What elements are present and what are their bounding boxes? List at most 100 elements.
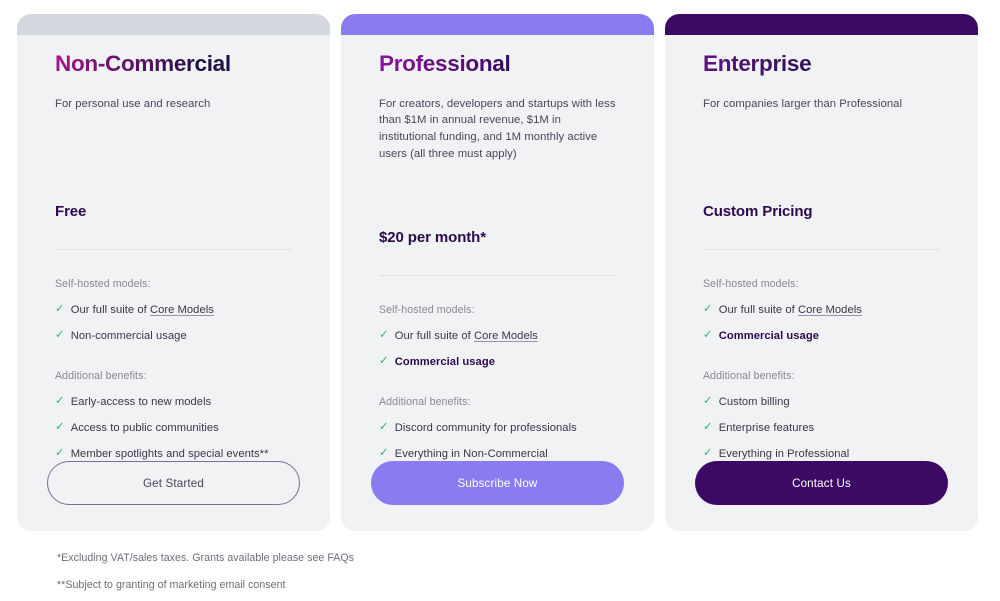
card-body: Professional For creators, developers and…: [341, 14, 654, 461]
feature-item: ✓ Member spotlights and special events**: [55, 447, 292, 461]
feature-group-label: Self-hosted models:: [379, 304, 475, 316]
watermark-characters: 智东西: [878, 542, 962, 573]
cta-zone: Contact Us: [665, 461, 978, 531]
feature-label-text: Early-access to new models: [70, 396, 212, 408]
feature-group-label: Self-hosted models:: [703, 278, 799, 290]
feature-label: Access to public communities: [71, 421, 219, 435]
feature-label-text: Commercial usage: [718, 330, 819, 342]
feature-list: Self-hosted models: ✓ Our full suite of Co…: [379, 276, 616, 461]
feature-label: Everything in Non-Commercial: [395, 447, 548, 461]
plan-title: Professional: [379, 51, 616, 77]
feature-label-text: Enterprise features: [718, 422, 815, 434]
plan-title: Enterprise: [703, 51, 940, 77]
cta-button-non-commercial[interactable]: Get Started: [47, 461, 300, 505]
pricing-card-non-commercial: Non-Commercial For personal use and resea…: [17, 14, 330, 531]
feature-label: Commercial usage: [719, 329, 819, 343]
check-icon: ✓: [55, 421, 65, 433]
feature-label-text: Everything in Professional: [718, 448, 850, 460]
check-icon: ✓: [379, 355, 389, 367]
feature-item: ✓ Our full suite of Core Models: [703, 303, 940, 317]
cta-zone: Get Started: [17, 461, 330, 531]
feature-item: ✓ Custom billing: [703, 395, 940, 409]
core-models-link[interactable]: Core Models: [474, 330, 538, 342]
plan-price: $20 per month*: [379, 229, 486, 246]
feature-label: Commercial usage: [395, 355, 495, 369]
feature-item: ✓ Access to public communities: [55, 421, 292, 435]
footnote: *Excluding VAT/sales taxes. Grants avail…: [57, 552, 355, 564]
check-icon: ✓: [703, 303, 713, 315]
pricing-card-professional: Professional For creators, developers and…: [341, 14, 654, 531]
feature-label: Discord community for professionals: [395, 421, 577, 435]
check-icon: ✓: [55, 395, 65, 407]
plan-title: Non-Commercial: [55, 51, 292, 77]
feature-label[interactable]: Our full suite of Core Models: [71, 303, 214, 317]
plan-description: For creators, developers and startups wi…: [379, 97, 616, 160]
plan-price-block: Custom Pricing: [703, 203, 940, 250]
feature-item: ✓ Everything in Non-Commercial: [379, 447, 616, 461]
pricing-cards-container: Non-Commercial For personal use and resea…: [0, 0, 1000, 545]
check-icon: ✓: [379, 447, 389, 459]
feature-label-text: Our full suite of: [70, 304, 150, 316]
feature-item: ✓ Early-access to new models: [55, 395, 292, 409]
feature-label-text: Non-commercial usage: [70, 330, 187, 342]
card-body: Enterprise For companies larger than Prof…: [665, 14, 978, 461]
feature-label-text: Our full suite of: [718, 304, 798, 316]
feature-label[interactable]: Our full suite of Core Models: [395, 329, 538, 343]
check-icon: ✓: [703, 421, 713, 433]
check-icon: ✓: [703, 395, 713, 407]
feature-label-text: Our full suite of: [394, 330, 474, 342]
feature-group-spacer: [379, 381, 616, 396]
plan-price-block: Free: [55, 203, 292, 250]
feature-item: ✓ Commercial usage: [703, 329, 940, 343]
feature-label-text: Member spotlights and special events**: [70, 448, 269, 460]
feature-label-text: Custom billing: [718, 396, 790, 408]
feature-group-label: Additional benefits:: [703, 370, 795, 382]
plan-price: Free: [55, 203, 87, 220]
feature-group-spacer: [703, 355, 940, 370]
feature-label-text: Commercial usage: [394, 356, 495, 368]
cta-zone: Subscribe Now: [341, 461, 654, 531]
plan-price: Custom Pricing: [703, 203, 813, 220]
feature-item: ✓ Enterprise features: [703, 421, 940, 435]
feature-label: Enterprise features: [719, 421, 814, 435]
plan-description: For personal use and research: [55, 97, 211, 110]
core-models-link[interactable]: Core Models: [798, 304, 862, 316]
feature-label-text: Everything in Non-Commercial: [394, 448, 548, 460]
pricing-card-enterprise: Enterprise For companies larger than Prof…: [665, 14, 978, 531]
check-icon: ✓: [379, 329, 389, 341]
core-models-link[interactable]: Core Models: [150, 304, 214, 316]
feature-item: ✓ Our full suite of Core Models: [55, 303, 292, 317]
plan-description: For companies larger than Professional: [703, 97, 903, 110]
check-icon: ✓: [55, 329, 65, 341]
check-icon: ✓: [379, 421, 389, 433]
feature-item: ✓ Discord community for professionals: [379, 421, 616, 435]
cta-button-enterprise[interactable]: Contact Us: [695, 461, 948, 505]
feature-label: Everything in Professional: [719, 447, 850, 461]
card-body: Non-Commercial For personal use and resea…: [17, 14, 330, 461]
feature-label: Non-commercial usage: [71, 329, 187, 343]
feature-group-label: Self-hosted models:: [55, 278, 151, 290]
feature-group-label: Additional benefits:: [55, 370, 147, 382]
feature-group-label: Additional benefits:: [379, 396, 471, 408]
feature-item: ✓ Everything in Professional: [703, 447, 940, 461]
footnotes: *Excluding VAT/sales taxes. Grants avail…: [57, 552, 657, 601]
watermark-subtitle: zhidx.com: [891, 574, 949, 584]
feature-label-text: Discord community for professionals: [394, 422, 577, 434]
plan-price-block: $20 per month*: [379, 229, 616, 276]
feature-label[interactable]: Our full suite of Core Models: [719, 303, 862, 317]
feature-item: ✓ Non-commercial usage: [55, 329, 292, 343]
feature-label-text: Access to public communities: [70, 422, 219, 434]
feature-item: ✓ Our full suite of Core Models: [379, 329, 616, 343]
check-icon: ✓: [703, 329, 713, 341]
feature-label: Member spotlights and special events**: [71, 447, 269, 461]
feature-group-spacer: [55, 355, 292, 370]
cta-button-professional[interactable]: Subscribe Now: [371, 461, 624, 505]
check-icon: ✓: [55, 303, 65, 315]
feature-list: Self-hosted models: ✓ Our full suite of Co…: [703, 250, 940, 461]
check-icon: ✓: [55, 447, 65, 459]
feature-label: Custom billing: [719, 395, 790, 409]
feature-list: Self-hosted models: ✓ Our full suite of Co…: [55, 250, 292, 461]
feature-item: ✓ Commercial usage: [379, 355, 616, 369]
check-icon: ✓: [703, 447, 713, 459]
feature-label: Early-access to new models: [71, 395, 212, 409]
